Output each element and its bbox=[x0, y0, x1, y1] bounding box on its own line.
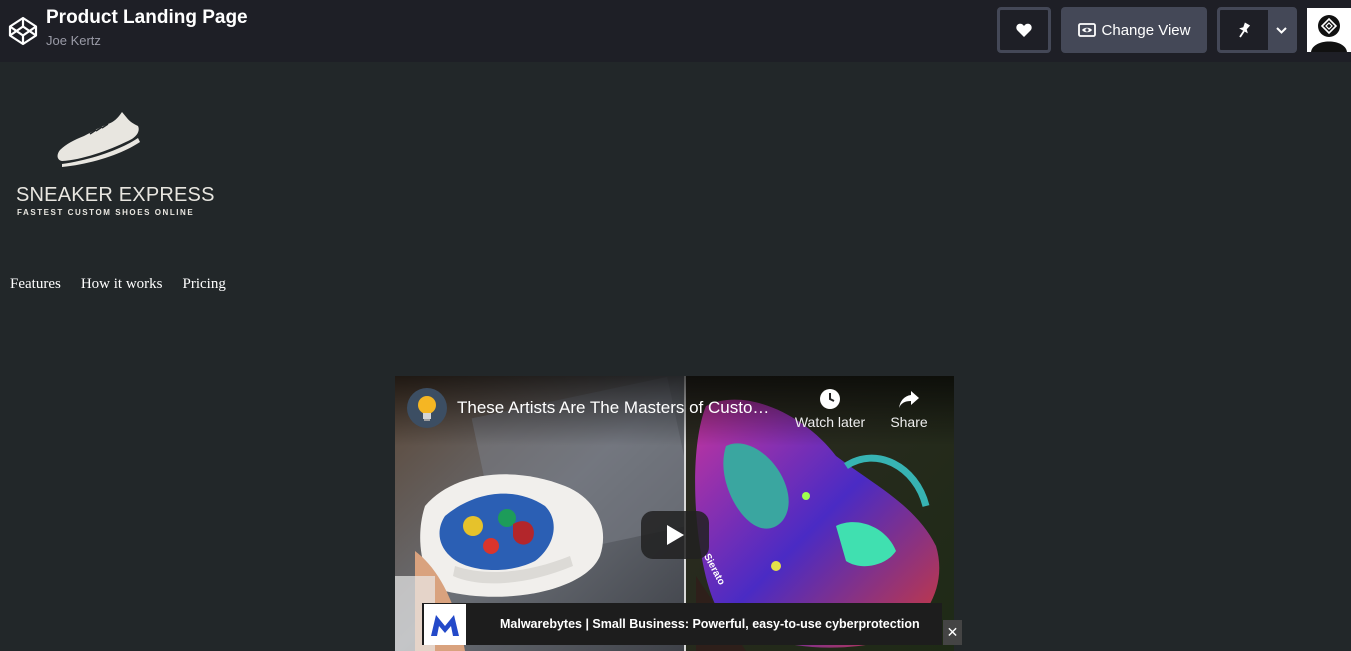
brand-tagline: FASTEST CUSTOM SHOES ONLINE bbox=[17, 208, 195, 217]
pen-author-link[interactable]: Joe Kertz bbox=[46, 33, 101, 48]
lightbulb-icon bbox=[418, 396, 436, 421]
ad-close-button[interactable]: ✕ bbox=[943, 620, 962, 645]
ad-banner[interactable]: Malwarebytes | Small Business: Powerful,… bbox=[422, 603, 942, 645]
avatar-image bbox=[1307, 8, 1351, 52]
video-title[interactable]: These Artists Are The Masters of Custo… bbox=[457, 398, 787, 418]
pin-button[interactable] bbox=[1220, 10, 1268, 50]
pin-dropdown-button[interactable] bbox=[1268, 10, 1294, 50]
share-arrow-icon bbox=[899, 391, 919, 408]
m-logo-icon bbox=[431, 614, 459, 636]
watch-later-label: Watch later bbox=[794, 414, 866, 430]
pin-icon bbox=[1239, 22, 1251, 38]
nav-link-features[interactable]: Features bbox=[10, 276, 61, 293]
pen-title: Product Landing Page bbox=[46, 7, 248, 28]
nav-link-how-it-works[interactable]: How it works bbox=[81, 276, 163, 293]
malwarebytes-logo-icon bbox=[424, 604, 466, 645]
eye-icon bbox=[1077, 23, 1096, 37]
user-avatar[interactable] bbox=[1307, 8, 1351, 52]
share-button[interactable]: Share bbox=[885, 388, 933, 430]
chevron-down-icon bbox=[1275, 26, 1287, 34]
watch-later-button[interactable]: Watch later bbox=[791, 388, 869, 430]
nav-link-pricing[interactable]: Pricing bbox=[183, 276, 226, 293]
codepen-logo-icon[interactable] bbox=[8, 16, 38, 46]
share-label: Share bbox=[890, 414, 928, 430]
play-icon bbox=[667, 525, 684, 545]
brand-name: SNEAKER EXPRESS bbox=[16, 184, 215, 206]
heart-icon bbox=[1016, 23, 1032, 37]
change-view-label: Change View bbox=[1101, 21, 1191, 39]
editor-header: Product Landing Page Joe Kertz Change Vi… bbox=[0, 0, 1351, 62]
play-button[interactable] bbox=[641, 511, 709, 559]
ad-text[interactable]: Malwarebytes | Small Business: Powerful,… bbox=[500, 617, 920, 631]
change-view-button[interactable]: Change View bbox=[1061, 7, 1207, 53]
channel-avatar[interactable] bbox=[407, 388, 447, 428]
pin-button-group bbox=[1217, 7, 1297, 53]
clock-icon bbox=[820, 389, 840, 409]
like-button[interactable] bbox=[997, 7, 1051, 53]
main-nav: Features How it works Pricing bbox=[10, 276, 226, 293]
